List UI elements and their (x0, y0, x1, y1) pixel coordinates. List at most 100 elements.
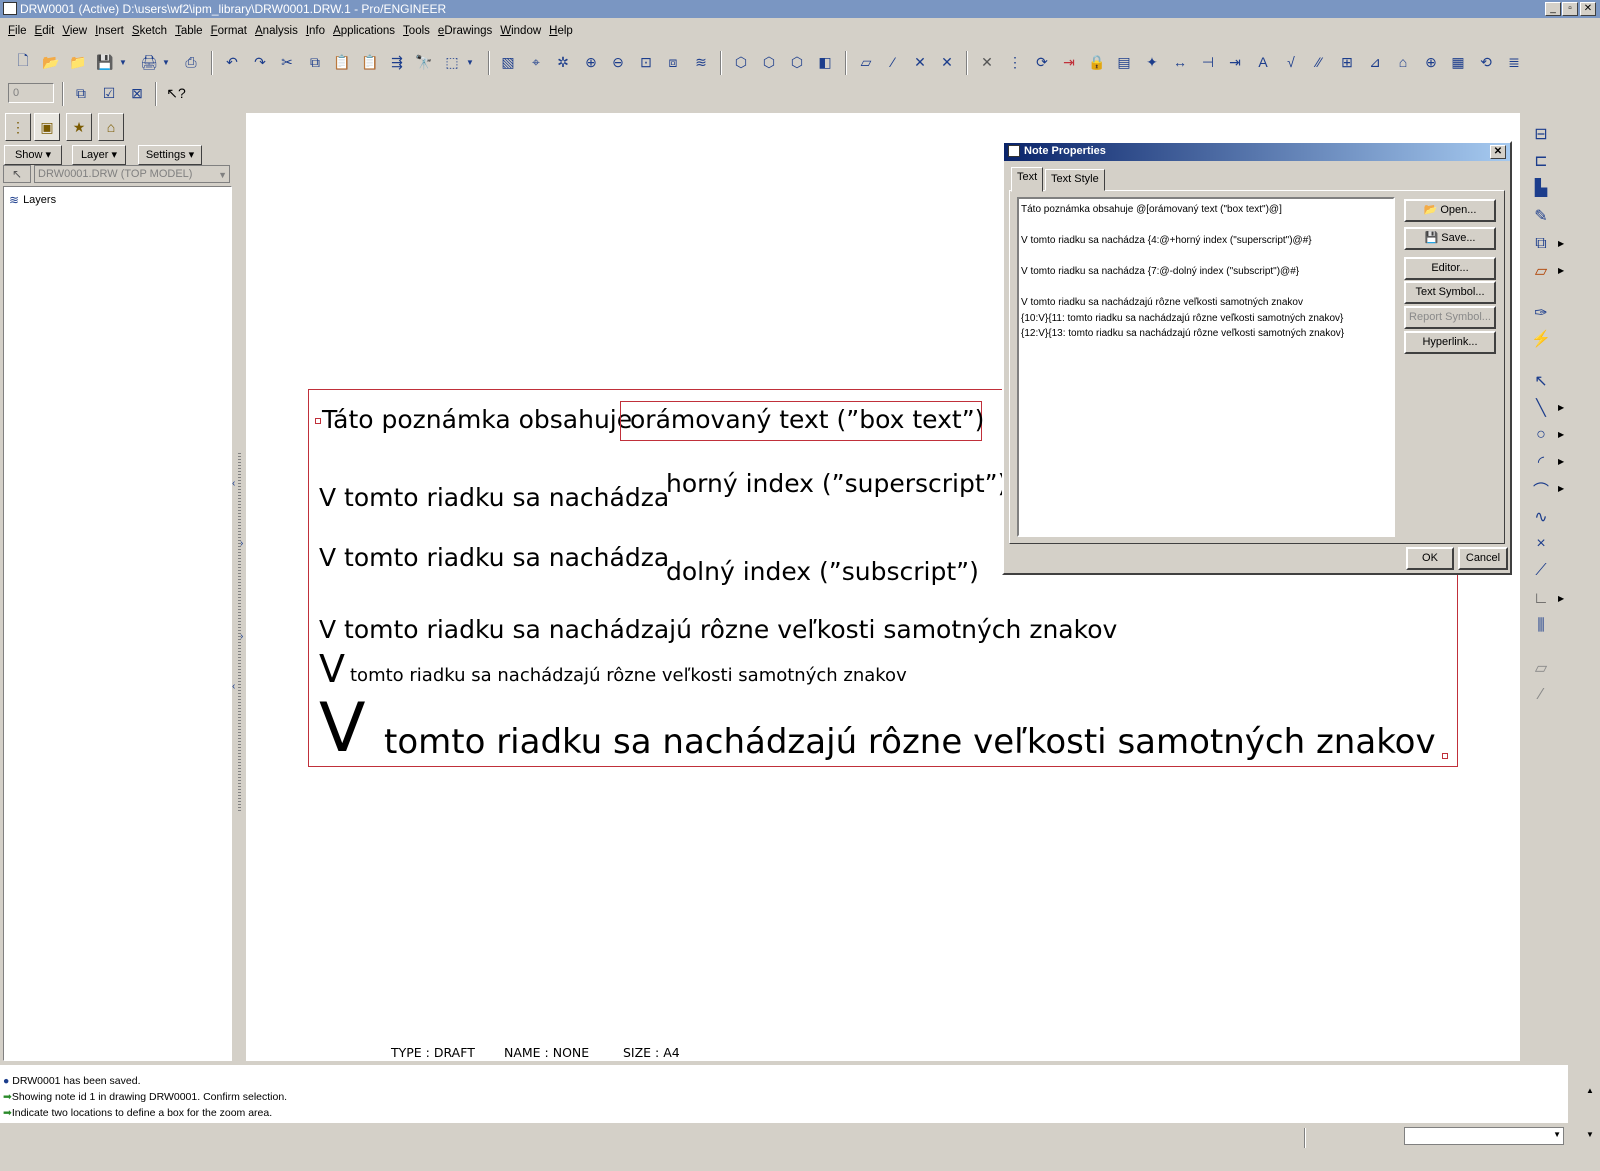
settings-button[interactable]: Settings ▾ (138, 145, 202, 165)
cut-icon[interactable]: ✂ (276, 51, 298, 73)
print-dropdown-icon[interactable]: ▼ (160, 51, 172, 73)
expand-right-icon[interactable]: › (240, 538, 243, 549)
paste-icon[interactable]: 📋 (331, 51, 353, 73)
cancel-button[interactable]: Cancel (1458, 547, 1508, 570)
refresh-icon[interactable]: ⟳ (1031, 51, 1053, 73)
dimension-icon[interactable]: ↔ (1169, 51, 1191, 73)
regenerate-icon[interactable]: ⇶ (386, 51, 408, 73)
ordinate-icon[interactable]: ⊣ (1197, 51, 1219, 73)
move-to-sheet-icon[interactable]: ⇥ (1058, 51, 1080, 73)
spline-icon[interactable]: ∿ (1528, 504, 1554, 530)
window-activate-icon[interactable]: ⧉ (70, 82, 92, 104)
edge-icon[interactable]: ▱ (1528, 258, 1554, 284)
arc-icon[interactable]: ◜ (1528, 449, 1554, 475)
chamfer-icon[interactable]: ⟋ (1528, 558, 1554, 584)
chevron-right-icon[interactable]: ▶ (1558, 484, 1564, 493)
coordinate-systems-icon[interactable]: ✕ (936, 51, 958, 73)
mirror-icon[interactable]: ⫼ (1528, 613, 1554, 639)
print-setup-icon[interactable]: 🖨 (138, 51, 160, 73)
view-manager-icon[interactable]: ⧈ (662, 51, 684, 73)
layer-tree-tab-icon[interactable]: ▣ (34, 113, 60, 141)
ok-button[interactable]: OK (1406, 547, 1454, 570)
menu-edrawings[interactable]: eDrawings (434, 22, 496, 37)
orient-icon[interactable]: ⌖ (525, 51, 547, 73)
select-model-icon[interactable]: ↖ (3, 165, 31, 183)
hyperlink-button[interactable]: Hyperlink... (1404, 331, 1496, 354)
projection-view-icon[interactable]: ⊏ (1528, 148, 1554, 174)
layers-icon[interactable]: ≋ (690, 51, 712, 73)
wireframe-icon[interactable]: ⬡ (730, 51, 752, 73)
save-icon[interactable]: 💾 (94, 51, 116, 73)
menu-edit[interactable]: Edit (31, 22, 59, 37)
parallelogram-icon[interactable]: ▱ (1528, 655, 1554, 681)
lock-view-icon[interactable]: 🔒 (1086, 51, 1108, 73)
filter-select[interactable]: ▼ (1404, 1127, 1564, 1145)
scroll-up-icon[interactable]: ▲ (1586, 1086, 1594, 1095)
menu-insert[interactable]: Insert (91, 22, 128, 37)
open-session-icon[interactable]: 📁 (67, 51, 89, 73)
menu-table[interactable]: Table (171, 22, 207, 37)
general-view-icon[interactable]: ⊟ (1528, 121, 1554, 147)
menu-window[interactable]: Window (496, 22, 545, 37)
reference-dim-icon[interactable]: ⇥ (1224, 51, 1246, 73)
tab-text[interactable]: Text (1011, 167, 1044, 192)
zoom-out-icon[interactable]: ⊖ (607, 51, 629, 73)
menu-format[interactable]: Format (207, 22, 251, 37)
undo-icon[interactable]: ↶ (221, 51, 243, 73)
menu-file[interactable]: File (4, 22, 31, 37)
circle-icon[interactable]: ○ (1528, 422, 1554, 448)
sketch-icon[interactable]: ✎ (1528, 203, 1554, 229)
tab-text-style[interactable]: Text Style (1045, 169, 1105, 191)
delete-icon[interactable]: ✕ (976, 51, 998, 73)
open-file-icon[interactable]: 📂 (40, 51, 62, 73)
draft-entity-icon[interactable]: ✑ (1528, 300, 1554, 326)
hatch-icon[interactable]: ⁄⁄ (1308, 51, 1330, 73)
panel-splitter[interactable]: ‹ › › ‹ (232, 113, 246, 1063)
datum-tag-icon[interactable]: ⊿ (1364, 51, 1386, 73)
menu-tools[interactable]: Tools (399, 22, 434, 37)
bom-icon[interactable]: ≣ (1503, 51, 1525, 73)
window-check-icon[interactable]: ☑ (98, 82, 120, 104)
point-icon[interactable]: × (1528, 531, 1554, 557)
offset-edge-icon[interactable]: ⧉ (1528, 231, 1554, 257)
favorites-tab-icon[interactable]: ★ (66, 113, 92, 141)
arrange-icon[interactable]: ⋮ (1004, 51, 1026, 73)
corner-icon[interactable]: ∟ (1528, 586, 1554, 612)
context-help-icon[interactable]: ↖? (165, 82, 187, 104)
menu-applications[interactable]: Applications (329, 22, 399, 37)
sheet-spinner[interactable]: 0 (8, 83, 54, 103)
zoom-in-icon[interactable]: ⊕ (580, 51, 602, 73)
repaint-icon[interactable]: ▧ (497, 51, 519, 73)
chevron-right-icon[interactable]: ▶ (1558, 457, 1564, 466)
chevron-right-icon[interactable]: ▶ (1558, 594, 1564, 603)
collapse-left-icon[interactable]: ‹ (232, 681, 235, 692)
close-button[interactable]: ✕ (1580, 2, 1596, 16)
expand-right-icon[interactable]: › (240, 631, 243, 642)
chain-icon[interactable]: ⚡ (1528, 326, 1554, 352)
layer-button[interactable]: Layer ▾ (72, 145, 126, 165)
collapse-left-icon[interactable]: ‹ (232, 478, 235, 489)
redo-icon[interactable]: ↷ (249, 51, 271, 73)
refit-icon[interactable]: ⊡ (635, 51, 657, 73)
new-file-icon[interactable]: 🗋 (12, 51, 34, 73)
save-dropdown-icon[interactable]: ▼ (117, 51, 129, 73)
model-select[interactable]: DRW0001.DRW (TOP MODEL) ▼ (34, 165, 230, 183)
maximize-button[interactable]: ▫ (1562, 2, 1578, 16)
datum-axes-icon[interactable]: ⁄ (882, 51, 904, 73)
select-pointer-icon[interactable]: ↖ (1528, 368, 1554, 394)
menu-view[interactable]: View (58, 22, 91, 37)
balloon-icon[interactable]: ⊕ (1420, 51, 1442, 73)
chevron-right-icon[interactable]: ▶ (1558, 266, 1564, 275)
dialog-close-button[interactable]: ✕ (1490, 145, 1506, 159)
symbol-icon[interactable]: ⌂ (1392, 51, 1414, 73)
editor-button[interactable]: Editor... (1404, 257, 1496, 280)
note-text-area[interactable]: Táto poznámka obsahuje @[orámovaný text … (1017, 197, 1395, 537)
copy-icon[interactable]: ⧉ (304, 51, 326, 73)
chevron-right-icon[interactable]: ▶ (1558, 403, 1564, 412)
select-dropdown-icon[interactable]: ▼ (464, 51, 476, 73)
line-icon[interactable]: ╲ (1528, 395, 1554, 421)
text-symbol-button[interactable]: Text Symbol... (1404, 281, 1496, 304)
no-hidden-icon[interactable]: ⬡ (786, 51, 808, 73)
detailed-view-icon[interactable]: ▙ (1528, 175, 1554, 201)
open-button[interactable]: 📂 Open... (1404, 199, 1496, 222)
